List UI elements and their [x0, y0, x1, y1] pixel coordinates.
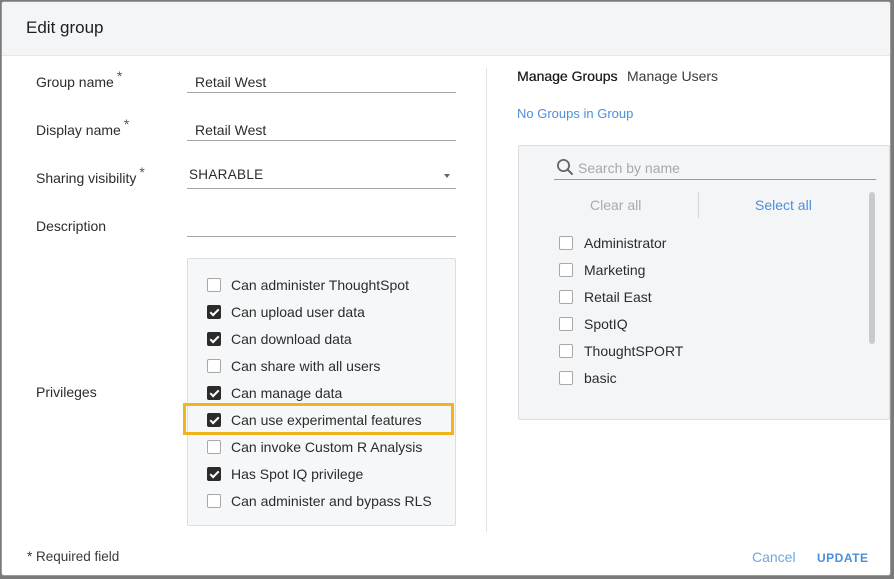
- checkbox[interactable]: [207, 467, 221, 481]
- checkbox[interactable]: [207, 278, 221, 292]
- privileges-list: Can administer ThoughtSpot Can upload us…: [187, 258, 456, 526]
- display-name-label-text: Display name: [36, 122, 121, 138]
- group-label: Administrator: [584, 235, 667, 251]
- sharing-visibility-value: SHARABLE: [189, 167, 264, 182]
- checkbox[interactable]: [559, 290, 573, 304]
- privilege-item[interactable]: Can share with all users: [207, 356, 380, 376]
- highlight-box: [183, 403, 454, 435]
- display-name-input[interactable]: [187, 119, 456, 141]
- display-name-label: Display name *: [36, 116, 129, 138]
- sharing-visibility-label: Sharing visibility *: [36, 164, 145, 186]
- checkbox[interactable]: [207, 332, 221, 346]
- sharing-visibility-select[interactable]: SHARABLE: [187, 165, 456, 189]
- chevron-down-icon: [444, 174, 450, 178]
- description-input[interactable]: [187, 215, 456, 237]
- group-name-input[interactable]: [187, 71, 456, 93]
- description-label: Description: [36, 218, 107, 234]
- tab-manage-groups[interactable]: Manage Groups: [517, 68, 617, 84]
- group-item[interactable]: Administrator: [559, 233, 666, 253]
- required-asterisk: *: [116, 68, 123, 84]
- privileges-label: Privileges: [36, 384, 97, 400]
- checkbox[interactable]: [559, 263, 573, 277]
- checkbox[interactable]: [207, 305, 221, 319]
- privilege-item[interactable]: Can administer and bypass RLS: [207, 491, 432, 511]
- privilege-label: Can invoke Custom R Analysis: [231, 439, 423, 455]
- scrollbar-thumb[interactable]: [869, 192, 875, 344]
- group-item[interactable]: Marketing: [559, 260, 645, 280]
- privilege-label: Can administer ThoughtSpot: [231, 277, 409, 293]
- group-name-label: Group name *: [36, 68, 122, 90]
- privilege-label: Has Spot IQ privilege: [231, 466, 364, 482]
- checkbox[interactable]: [559, 317, 573, 331]
- group-item[interactable]: ThoughtSPORT: [559, 341, 683, 361]
- privilege-item[interactable]: Can administer ThoughtSpot: [207, 275, 409, 295]
- group-name-label-text: Group name: [36, 74, 114, 90]
- required-asterisk: *: [123, 116, 130, 132]
- tab-manage-users[interactable]: Manage Users: [627, 68, 718, 84]
- cancel-button[interactable]: Cancel: [752, 549, 796, 565]
- edit-group-dialog: Edit group Group name* Display name* Sha…: [1, 1, 891, 576]
- scrollbar[interactable]: [869, 192, 875, 388]
- checkbox[interactable]: [207, 440, 221, 454]
- checkbox[interactable]: [559, 371, 573, 385]
- privilege-label: Can download data: [231, 331, 352, 347]
- checkbox[interactable]: [207, 359, 221, 373]
- select-all-button[interactable]: Select all: [755, 197, 812, 213]
- privilege-label: Can manage data: [231, 385, 343, 401]
- group-label: Marketing: [584, 262, 646, 278]
- group-label: ThoughtSPORT: [584, 343, 684, 359]
- group-label: Retail East: [584, 289, 652, 305]
- privilege-item[interactable]: Can manage data: [207, 383, 342, 403]
- checkbox[interactable]: [559, 344, 573, 358]
- status-text: No Groups in Group: [517, 106, 634, 121]
- search-field[interactable]: [554, 158, 876, 180]
- dialog-header: Edit group: [2, 2, 890, 56]
- group-label: basic: [584, 370, 617, 386]
- button-divider: [698, 192, 699, 218]
- required-asterisk: *: [139, 164, 145, 180]
- group-item[interactable]: SpotIQ: [559, 314, 628, 334]
- privilege-item[interactable]: Can invoke Custom R Analysis: [207, 437, 422, 457]
- group-item[interactable]: basic: [559, 368, 617, 388]
- update-button[interactable]: UPDATE: [817, 551, 868, 565]
- privilege-label: Can share with all users: [231, 358, 381, 374]
- privilege-item[interactable]: Has Spot IQ privilege: [207, 464, 363, 484]
- privilege-label: Can upload user data: [231, 304, 365, 320]
- privilege-label: Can administer and bypass RLS: [231, 493, 432, 509]
- checkbox[interactable]: [207, 386, 221, 400]
- privilege-item[interactable]: Can upload user data: [207, 302, 365, 322]
- group-label: SpotIQ: [584, 316, 628, 332]
- clear-all-button[interactable]: Clear all: [590, 197, 641, 213]
- search-icon: [557, 159, 573, 175]
- group-item[interactable]: Retail East: [559, 287, 652, 307]
- dialog-title: Edit group: [26, 18, 104, 37]
- checkbox[interactable]: [559, 236, 573, 250]
- required-field-note: * Required field: [27, 549, 120, 564]
- privilege-item[interactable]: Can download data: [207, 329, 352, 349]
- column-divider: [486, 68, 487, 532]
- search-input[interactable]: [578, 158, 858, 178]
- group-picker-panel: Clear all Select all Administrator Marke…: [518, 145, 890, 420]
- sharing-visibility-label-text: Sharing visibility: [36, 170, 137, 186]
- checkbox[interactable]: [207, 494, 221, 508]
